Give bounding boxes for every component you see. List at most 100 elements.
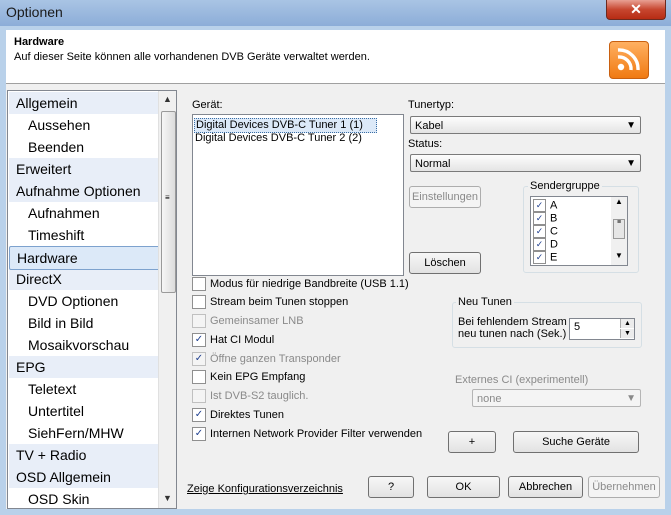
nav-item[interactable]: OSD Skin: [9, 488, 164, 508]
einstellungen-button[interactable]: Einstellungen: [409, 186, 481, 208]
checkbox-checked-icon[interactable]: ✓: [533, 199, 546, 212]
device-item[interactable]: Digital Devices DVB-C Tuner 2 (2): [194, 132, 362, 145]
page-title: Hardware: [14, 36, 65, 48]
status-value: Normal: [415, 158, 451, 170]
nav-item[interactable]: Aufnahme Optionen: [9, 180, 164, 202]
sendergruppe-item[interactable]: ✓ D: [533, 238, 558, 251]
checkbox-checked-icon[interactable]: ✓: [533, 238, 546, 251]
nav-item[interactable]: Aussehen: [9, 114, 164, 136]
option-checkbox[interactable]: Modus für niedrige Bandbreite (USB 1.1): [192, 277, 409, 292]
neu-tunen-line2: neu tunen nach (Sek.): [458, 328, 567, 340]
checkbox-checked-icon[interactable]: ✓: [192, 427, 206, 442]
nav-item[interactable]: Bild in Bild: [9, 312, 164, 334]
checkbox-icon[interactable]: [192, 314, 206, 329]
page-subtitle: Auf dieser Seite können alle vorhandenen…: [14, 51, 370, 63]
nav-item[interactable]: Mosaikvorschau: [9, 334, 164, 356]
sendergruppe-item[interactable]: ✓ B: [533, 212, 557, 225]
option-checkbox[interactable]: ✓ Direktes Tunen: [192, 408, 284, 423]
nav-item[interactable]: DVD Optionen: [9, 290, 164, 312]
checkbox-icon[interactable]: [192, 389, 206, 404]
scroll-down-icon[interactable]: ▼: [159, 490, 176, 507]
option-checkbox[interactable]: ✓ Internen Network Provider Filter verwen…: [192, 427, 422, 442]
option-label: Ist DVB-S2 tauglich.: [210, 390, 309, 402]
nav-item[interactable]: Hardware: [9, 246, 166, 270]
option-label: Internen Network Provider Filter verwend…: [210, 428, 423, 440]
loeschen-button[interactable]: Löschen: [409, 252, 481, 274]
checkbox-icon[interactable]: [192, 277, 206, 292]
nav-item[interactable]: Timeshift: [9, 224, 164, 246]
settings-nav-tree[interactable]: OSD Skin OSD Allgemein TV + Radio SiehFern/…: [7, 90, 177, 509]
option-checkbox[interactable]: ✓ Hat CI Modul: [192, 333, 274, 348]
option-checkbox[interactable]: Kein EPG Empfang: [192, 370, 305, 385]
externes-ci-select[interactable]: none ▼: [472, 389, 641, 407]
config-directory-link[interactable]: Zeige Konfigurationsverzeichnis: [187, 483, 343, 495]
rss-icon: [609, 41, 649, 79]
option-label: Stream beim Tunen stoppen: [210, 296, 349, 308]
option-checkbox[interactable]: Gemeinsamer LNB: [192, 314, 304, 329]
status-label: Status:: [408, 138, 443, 150]
nav-item[interactable]: SiehFern/MHW: [9, 422, 164, 444]
spin-up-icon[interactable]: ▲: [620, 319, 634, 328]
option-label: Gemeinsamer LNB: [210, 315, 304, 327]
nav-item[interactable]: Teletext: [9, 378, 164, 400]
option-label: Öffne ganzen Transponder: [210, 353, 341, 365]
nav-item[interactable]: Aufnahmen: [9, 202, 164, 224]
checkbox-icon[interactable]: [192, 295, 206, 310]
help-button[interactable]: ?: [368, 476, 414, 498]
device-item[interactable]: Digital Devices DVB-C Tuner 1 (1): [194, 118, 377, 133]
retune-seconds-value: 5: [574, 321, 581, 333]
close-button[interactable]: ✕: [606, 0, 666, 20]
checkbox-icon[interactable]: [192, 370, 206, 385]
neu-tunen-line1: Bei fehlendem Stream: [458, 316, 567, 328]
chevron-down-icon: ▼: [626, 158, 636, 169]
nav-scrollbar[interactable]: ▲ ≡ ▼: [158, 91, 176, 508]
checkbox-checked-icon[interactable]: ✓: [533, 212, 546, 225]
add-button[interactable]: +: [448, 431, 496, 453]
sendergruppe-scrollbar[interactable]: ▲ ≡ ▼: [611, 197, 627, 265]
neu-tunen-title: Neu Tunen: [456, 296, 514, 308]
nav-item[interactable]: Untertitel: [9, 400, 164, 422]
sendergruppe-item[interactable]: ✓ E: [533, 251, 557, 264]
option-checkbox[interactable]: ✓ Öffne ganzen Transponder: [192, 352, 341, 367]
nav-item[interactable]: Allgemein: [9, 92, 164, 114]
option-checkbox[interactable]: Stream beim Tunen stoppen: [192, 295, 348, 310]
option-label: Kein EPG Empfang: [210, 371, 306, 383]
chevron-down-icon: ▼: [626, 393, 636, 404]
title-bar: Optionen ✕: [0, 0, 671, 26]
tunertyp-value: Kabel: [415, 120, 444, 132]
spin-down-icon[interactable]: ▼: [620, 329, 634, 338]
checkbox-checked-icon[interactable]: ✓: [192, 352, 206, 367]
checkbox-checked-icon[interactable]: ✓: [192, 408, 206, 423]
checkbox-checked-icon[interactable]: ✓: [533, 225, 546, 238]
sendergruppe-label: Sendergruppe: [528, 180, 602, 192]
ok-button[interactable]: OK: [427, 476, 500, 498]
scroll-thumb[interactable]: ≡: [161, 111, 176, 293]
checkbox-checked-icon[interactable]: ✓: [192, 333, 206, 348]
option-label: Hat CI Modul: [210, 334, 275, 346]
externes-ci-value: none: [477, 393, 502, 405]
nav-item[interactable]: OSD Allgemein: [9, 466, 164, 488]
nav-item[interactable]: Beenden: [9, 136, 164, 158]
checkbox-checked-icon[interactable]: ✓: [533, 251, 546, 264]
option-checkbox[interactable]: Ist DVB-S2 tauglich.: [192, 389, 308, 404]
nav-item[interactable]: TV + Radio: [9, 444, 164, 466]
nav-item[interactable]: Erweitert: [9, 158, 164, 180]
suche-geraete-button[interactable]: Suche Geräte: [513, 431, 639, 453]
tunertyp-label: Tunertyp:: [408, 99, 455, 111]
device-list[interactable]: Digital Devices DVB-C Tuner 1 (1) Digita…: [192, 114, 404, 276]
status-select[interactable]: Normal ▼: [410, 154, 641, 172]
nav-item[interactable]: EPG: [9, 356, 164, 378]
sendergruppe-item[interactable]: ✓ C: [533, 225, 558, 238]
nav-item[interactable]: DirectX: [9, 268, 164, 290]
sendergruppe-item[interactable]: ✓ A: [533, 199, 557, 212]
option-label: Direktes Tunen: [210, 409, 284, 421]
sendergruppe-list[interactable]: ✓ A ✓ B ✓ C ✓ D ✓ E ▲ ≡ ▼: [530, 196, 628, 266]
uebernehmen-button[interactable]: Übernehmen: [588, 476, 660, 498]
chevron-down-icon: ▼: [626, 120, 636, 131]
scroll-up-icon[interactable]: ▲: [159, 91, 176, 108]
externes-ci-label: Externes CI (experimentell): [455, 374, 589, 386]
abbrechen-button[interactable]: Abbrechen: [508, 476, 583, 498]
tunertyp-select[interactable]: Kabel ▼: [410, 116, 641, 134]
device-list-label: Gerät:: [192, 99, 223, 111]
retune-seconds-stepper[interactable]: 5 ▲ ▼: [569, 318, 635, 340]
